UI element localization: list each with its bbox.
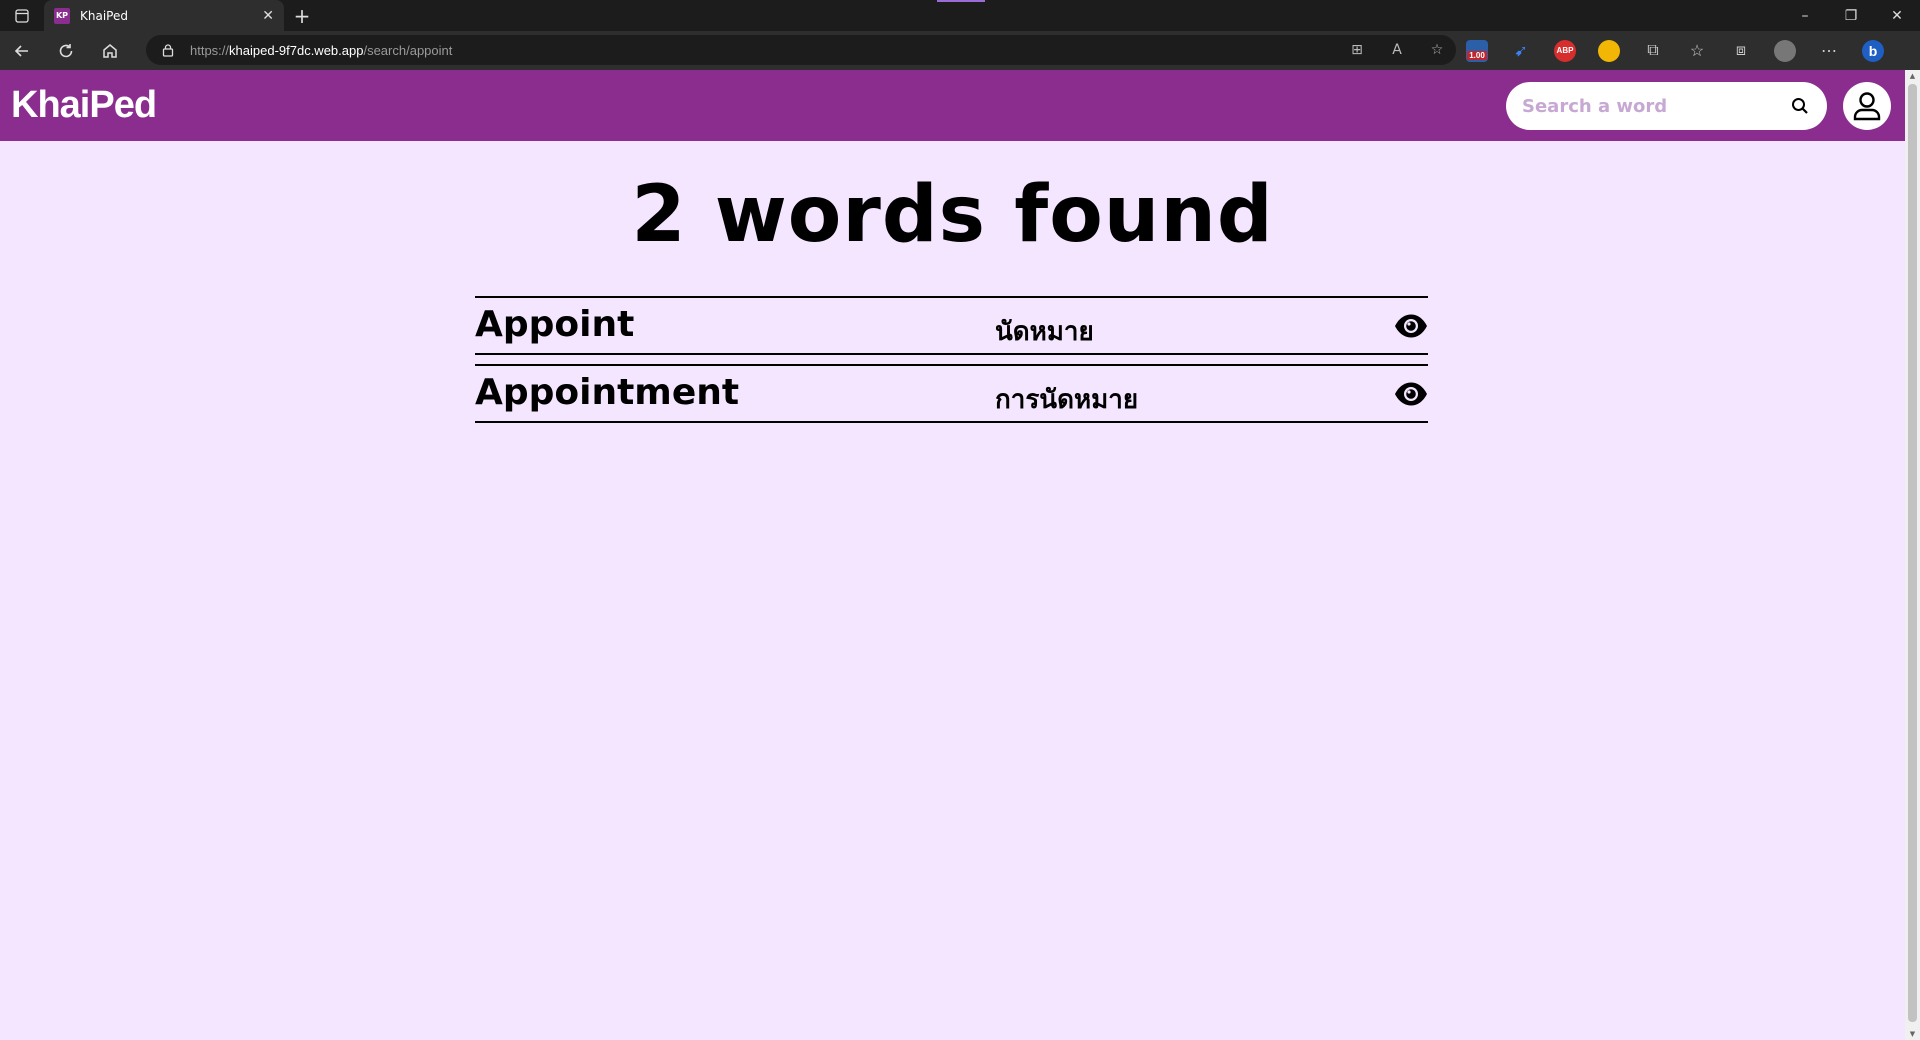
result-row[interactable]: Appoint นัดหมาย (475, 296, 1428, 355)
url-text[interactable]: https://khaiped-9f7dc.web.app/search/app… (190, 43, 452, 58)
results-list: Appoint นัดหมาย Appointment การนัดหมาย (475, 296, 1428, 432)
refresh-button[interactable] (44, 31, 88, 70)
refresh-icon (59, 43, 73, 57)
url-host: khaiped-9f7dc.web.app (229, 42, 364, 58)
browser-tab[interactable]: KP KhaiPed ✕ (44, 0, 284, 31)
profile-avatar-icon[interactable] (1774, 39, 1796, 62)
site-header: KhaiPed (0, 70, 1905, 141)
home-button[interactable] (88, 31, 132, 70)
app-available-icon[interactable]: ⊞ (1346, 39, 1368, 61)
tab-actions-icon (15, 8, 29, 23)
browser-toolbar: https://khaiped-9f7dc.web.app/search/app… (0, 31, 1920, 70)
adblock-label: ABP (1556, 46, 1574, 55)
bing-copilot-icon[interactable]: b (1862, 39, 1884, 62)
translate-extension-icon[interactable]: ➹ (1510, 40, 1532, 62)
browser-titlebar: KP KhaiPed ✕ + – ❐ ✕ (0, 0, 1920, 31)
address-bar[interactable]: https://khaiped-9f7dc.web.app/search/app… (146, 35, 1456, 65)
tab-close-icon[interactable]: ✕ (262, 8, 274, 24)
page: KhaiPed 2 words found Appoint นัดหมาย Ap… (0, 70, 1905, 1040)
favicon-icon: KP (54, 7, 70, 24)
eye-icon[interactable] (1394, 379, 1428, 409)
search-input[interactable] (1522, 95, 1789, 117)
collections-icon[interactable]: ⧈ (1730, 40, 1752, 62)
scroll-up-arrow-icon[interactable]: ▲ (1905, 70, 1920, 82)
new-tab-button[interactable]: + (284, 0, 320, 31)
result-word[interactable]: Appoint (475, 304, 634, 345)
url-actions: ⊞ A ☆ (1346, 35, 1448, 65)
extensions-puzzle-icon[interactable]: ⧉ (1642, 40, 1664, 62)
window-accent (937, 0, 985, 2)
lock-icon[interactable] (160, 42, 176, 58)
search-icon[interactable] (1789, 95, 1811, 117)
tab-actions-button[interactable] (0, 0, 44, 31)
result-translation: การนัดหมาย (995, 385, 1139, 415)
minimize-button[interactable]: – (1782, 0, 1828, 31)
result-translation: นัดหมาย (995, 317, 1094, 347)
more-menu-icon[interactable]: ⋯ (1818, 40, 1840, 62)
tab-title: KhaiPed (80, 8, 128, 23)
adblock-extension-icon[interactable]: ABP (1554, 39, 1576, 62)
user-account-button[interactable] (1843, 82, 1891, 130)
eye-icon[interactable] (1394, 311, 1428, 341)
user-icon (1853, 92, 1881, 121)
color-extension-icon[interactable] (1598, 39, 1620, 62)
window-controls: – ❐ ✕ (1782, 0, 1920, 31)
page-scrollbar[interactable]: ▲ ▼ (1905, 70, 1920, 1040)
restore-button[interactable]: ❐ (1828, 0, 1874, 31)
read-aloud-icon[interactable]: A (1386, 39, 1408, 61)
result-row[interactable]: Appointment การนัดหมาย (475, 364, 1428, 423)
scroll-thumb[interactable] (1908, 84, 1917, 1022)
favorite-star-icon[interactable]: ☆ (1426, 39, 1448, 61)
close-window-button[interactable]: ✕ (1874, 0, 1920, 31)
home-icon (103, 43, 117, 58)
results-title: 2 words found (631, 170, 1274, 260)
back-arrow-icon (14, 44, 28, 57)
back-button[interactable] (0, 31, 44, 70)
favorites-icon[interactable]: ☆ (1686, 40, 1708, 62)
extension-badge: 1.00 (1467, 51, 1487, 60)
url-scheme: https:// (190, 42, 230, 58)
result-word[interactable]: Appointment (475, 372, 739, 413)
search-box[interactable] (1506, 82, 1827, 130)
site-logo[interactable]: KhaiPed (11, 84, 157, 127)
scroll-down-arrow-icon[interactable]: ▼ (1905, 1028, 1920, 1040)
url-path: /search/appoint (363, 42, 453, 58)
extensions-bar: 1.00 ➹ ABP ⧉ ☆ ⧈ ⋯ b (1466, 31, 1884, 70)
speed-extension-icon[interactable]: 1.00 (1466, 39, 1488, 62)
